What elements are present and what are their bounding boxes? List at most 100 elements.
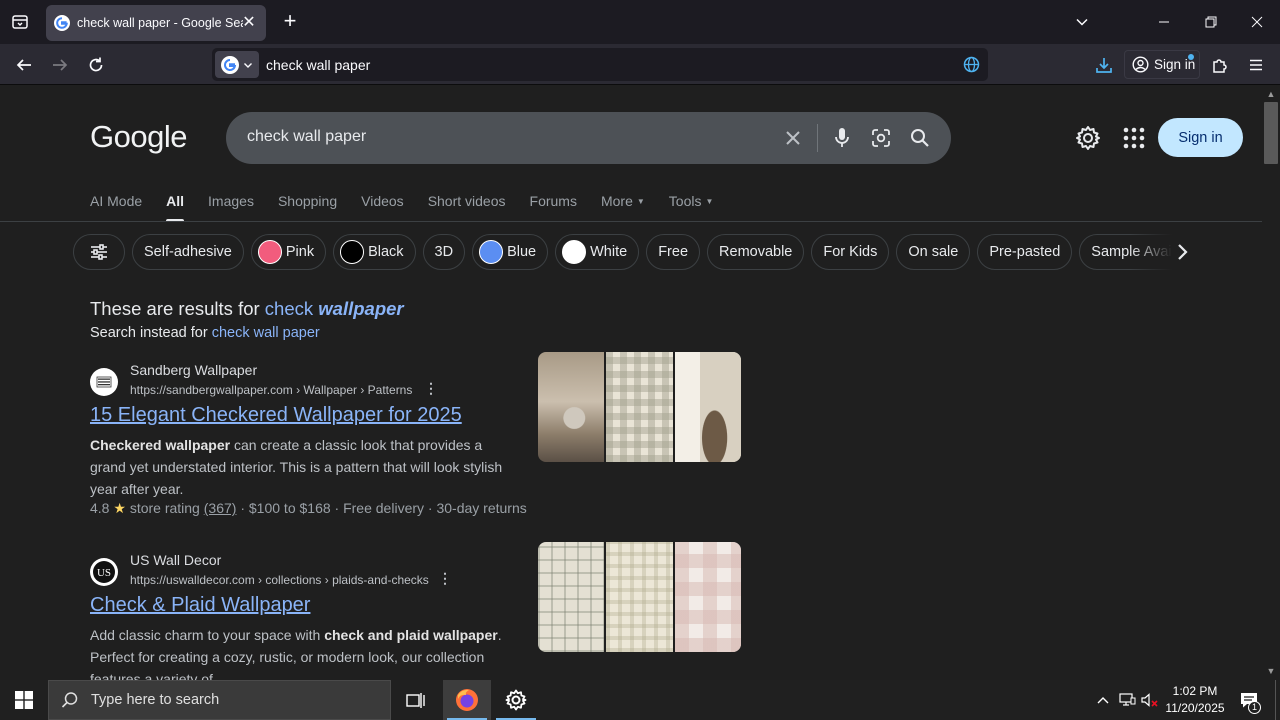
- tab-shopping[interactable]: Shopping: [278, 191, 337, 221]
- browser-tab[interactable]: check wall paper - Google Search ✕: [46, 5, 266, 41]
- returns-info: 30-day returns: [436, 500, 527, 516]
- taskbar-search-box[interactable]: Type here to search: [48, 680, 391, 720]
- result-title-link[interactable]: 15 Elegant Checkered Wallpaper for 2025: [90, 404, 462, 427]
- clear-search-icon[interactable]: [780, 125, 806, 151]
- more-options-icon[interactable]: ⋮: [424, 380, 438, 397]
- system-clock[interactable]: 1:02 PM 11/20/2025: [1160, 683, 1230, 717]
- site-favicon[interactable]: [90, 368, 118, 396]
- settings-taskbar-button[interactable]: [492, 680, 540, 720]
- scroll-thumb[interactable]: [1264, 102, 1278, 164]
- thumbnail-image[interactable]: [674, 352, 741, 462]
- show-hidden-icons-button[interactable]: [1092, 680, 1114, 720]
- result-site-name[interactable]: Sandberg Wallpaper: [130, 362, 257, 378]
- extensions-button[interactable]: [1207, 52, 1233, 78]
- site-favicon[interactable]: US: [90, 558, 118, 586]
- chip-for-kids[interactable]: For Kids: [811, 234, 890, 270]
- thumbnail-image[interactable]: [538, 542, 605, 652]
- back-button[interactable]: [11, 52, 37, 78]
- thumbnail-image[interactable]: [674, 542, 741, 652]
- chevron-right-icon[interactable]: [1172, 242, 1192, 262]
- tab-videos[interactable]: Videos: [361, 191, 404, 221]
- more-options-icon[interactable]: ⋮: [438, 570, 452, 587]
- chip-self-adhesive[interactable]: Self-adhesive: [132, 234, 244, 270]
- tab-images[interactable]: Images: [208, 191, 254, 221]
- result-site-name[interactable]: US Wall Decor: [130, 552, 221, 568]
- result-thumbnails[interactable]: [538, 352, 741, 462]
- color-swatch: [479, 240, 504, 264]
- forward-button[interactable]: [47, 52, 73, 78]
- tab-all[interactable]: All: [166, 191, 184, 222]
- chip-label: Black: [368, 244, 404, 260]
- tab-forums[interactable]: Forums: [530, 191, 577, 221]
- search-result: Sandberg Wallpaper https://sandbergwallp…: [90, 352, 750, 522]
- app-menu-button[interactable]: [1243, 52, 1269, 78]
- address-bar[interactable]: check wall paper: [212, 48, 988, 81]
- thumbnail-image[interactable]: [606, 542, 673, 652]
- tools-button[interactable]: Tools ▼: [669, 191, 714, 221]
- tab-more[interactable]: More ▼: [601, 191, 645, 221]
- restore-button[interactable]: [1199, 10, 1223, 34]
- chip-blue[interactable]: Blue: [472, 234, 549, 270]
- chip-pink[interactable]: Pink: [250, 234, 327, 270]
- close-tab-icon[interactable]: ✕: [240, 14, 258, 32]
- result-title-link[interactable]: Check & Plaid Wallpaper: [90, 594, 310, 617]
- tab-ai-mode[interactable]: AI Mode: [90, 191, 142, 221]
- new-tab-button[interactable]: +: [278, 10, 302, 34]
- chip-on-sale[interactable]: On sale: [896, 234, 971, 270]
- corrected-query-link[interactable]: check wallpaper: [265, 298, 404, 319]
- network-icon[interactable]: [1116, 680, 1138, 720]
- action-center-button[interactable]: 1: [1236, 680, 1262, 720]
- chip-pre-pasted[interactable]: Pre-pasted: [977, 234, 1073, 270]
- firefox-taskbar-button[interactable]: [443, 680, 491, 720]
- translate-globe-icon[interactable]: [963, 56, 980, 73]
- navigation-toolbar: check wall paper Sign in: [0, 44, 1280, 85]
- volume-muted-icon[interactable]: [1139, 680, 1161, 720]
- chip-free[interactable]: Free: [646, 234, 701, 270]
- task-view-button[interactable]: [392, 680, 440, 720]
- chip-white[interactable]: White: [555, 234, 640, 270]
- page-scrollbar[interactable]: ▲ ▼: [1262, 86, 1280, 680]
- tab-title: check wall paper - Google Search: [77, 16, 243, 30]
- settings-gear-icon[interactable]: [1075, 125, 1101, 151]
- search-box[interactable]: check wall paper: [226, 112, 951, 164]
- google-logo[interactable]: Google: [90, 119, 187, 155]
- rating-value: 4.8: [90, 500, 110, 516]
- filter-settings-button[interactable]: [73, 234, 125, 270]
- result-url[interactable]: https://sandbergwallpaper.com › Wallpape…: [130, 383, 412, 397]
- chevron-down-icon[interactable]: [1070, 10, 1094, 34]
- url-text[interactable]: check wall paper: [266, 57, 370, 73]
- tab-short-videos[interactable]: Short videos: [428, 191, 506, 221]
- microphone-icon[interactable]: [829, 125, 855, 151]
- minimize-button[interactable]: [1152, 10, 1176, 34]
- result-thumbnails[interactable]: [538, 542, 741, 652]
- chip-3d[interactable]: 3D: [422, 234, 466, 270]
- reviews-link[interactable]: (367): [204, 500, 237, 516]
- thumbnail-image[interactable]: [538, 352, 605, 462]
- account-sign-in-button[interactable]: Sign in: [1124, 50, 1200, 79]
- scroll-down-arrow-icon[interactable]: ▼: [1266, 666, 1276, 676]
- search-input[interactable]: check wall paper: [247, 128, 366, 146]
- scroll-up-arrow-icon[interactable]: ▲: [1266, 89, 1276, 99]
- reload-button[interactable]: [83, 52, 109, 78]
- search-engine-button[interactable]: [215, 51, 259, 78]
- list-all-tabs-button[interactable]: [8, 10, 32, 34]
- filter-chips: Self-adhesive Pink Black 3D Blue White F…: [73, 234, 1193, 270]
- chip-black[interactable]: Black: [333, 234, 416, 270]
- result-url[interactable]: https://uswalldecor.com › collections › …: [130, 573, 429, 587]
- original-query-link[interactable]: check wall paper: [212, 325, 320, 341]
- start-button[interactable]: [0, 680, 48, 720]
- spelling-correction: These are results for check wallpaper: [90, 298, 404, 320]
- snippet-text: Add classic charm to your space with: [90, 627, 325, 643]
- camera-lens-icon[interactable]: [868, 125, 894, 151]
- close-window-button[interactable]: [1245, 10, 1269, 34]
- thumbnail-image[interactable]: [606, 352, 673, 462]
- search-instead: Search instead for check wall paper: [90, 325, 320, 341]
- chip-removable[interactable]: Removable: [707, 234, 805, 270]
- search-icon[interactable]: [907, 125, 933, 151]
- show-desktop-button[interactable]: [1275, 680, 1276, 720]
- chip-label: Removable: [719, 244, 793, 260]
- sign-in-button[interactable]: Sign in: [1158, 118, 1243, 157]
- divider: [0, 221, 1262, 222]
- google-apps-icon[interactable]: [1122, 126, 1146, 150]
- downloads-button[interactable]: [1091, 52, 1117, 78]
